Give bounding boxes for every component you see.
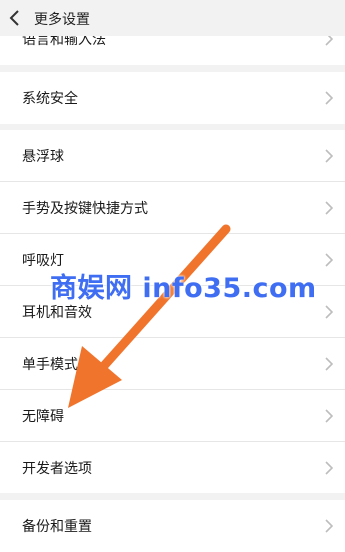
watermark-text: 商娱网 info35.com (50, 273, 317, 304)
